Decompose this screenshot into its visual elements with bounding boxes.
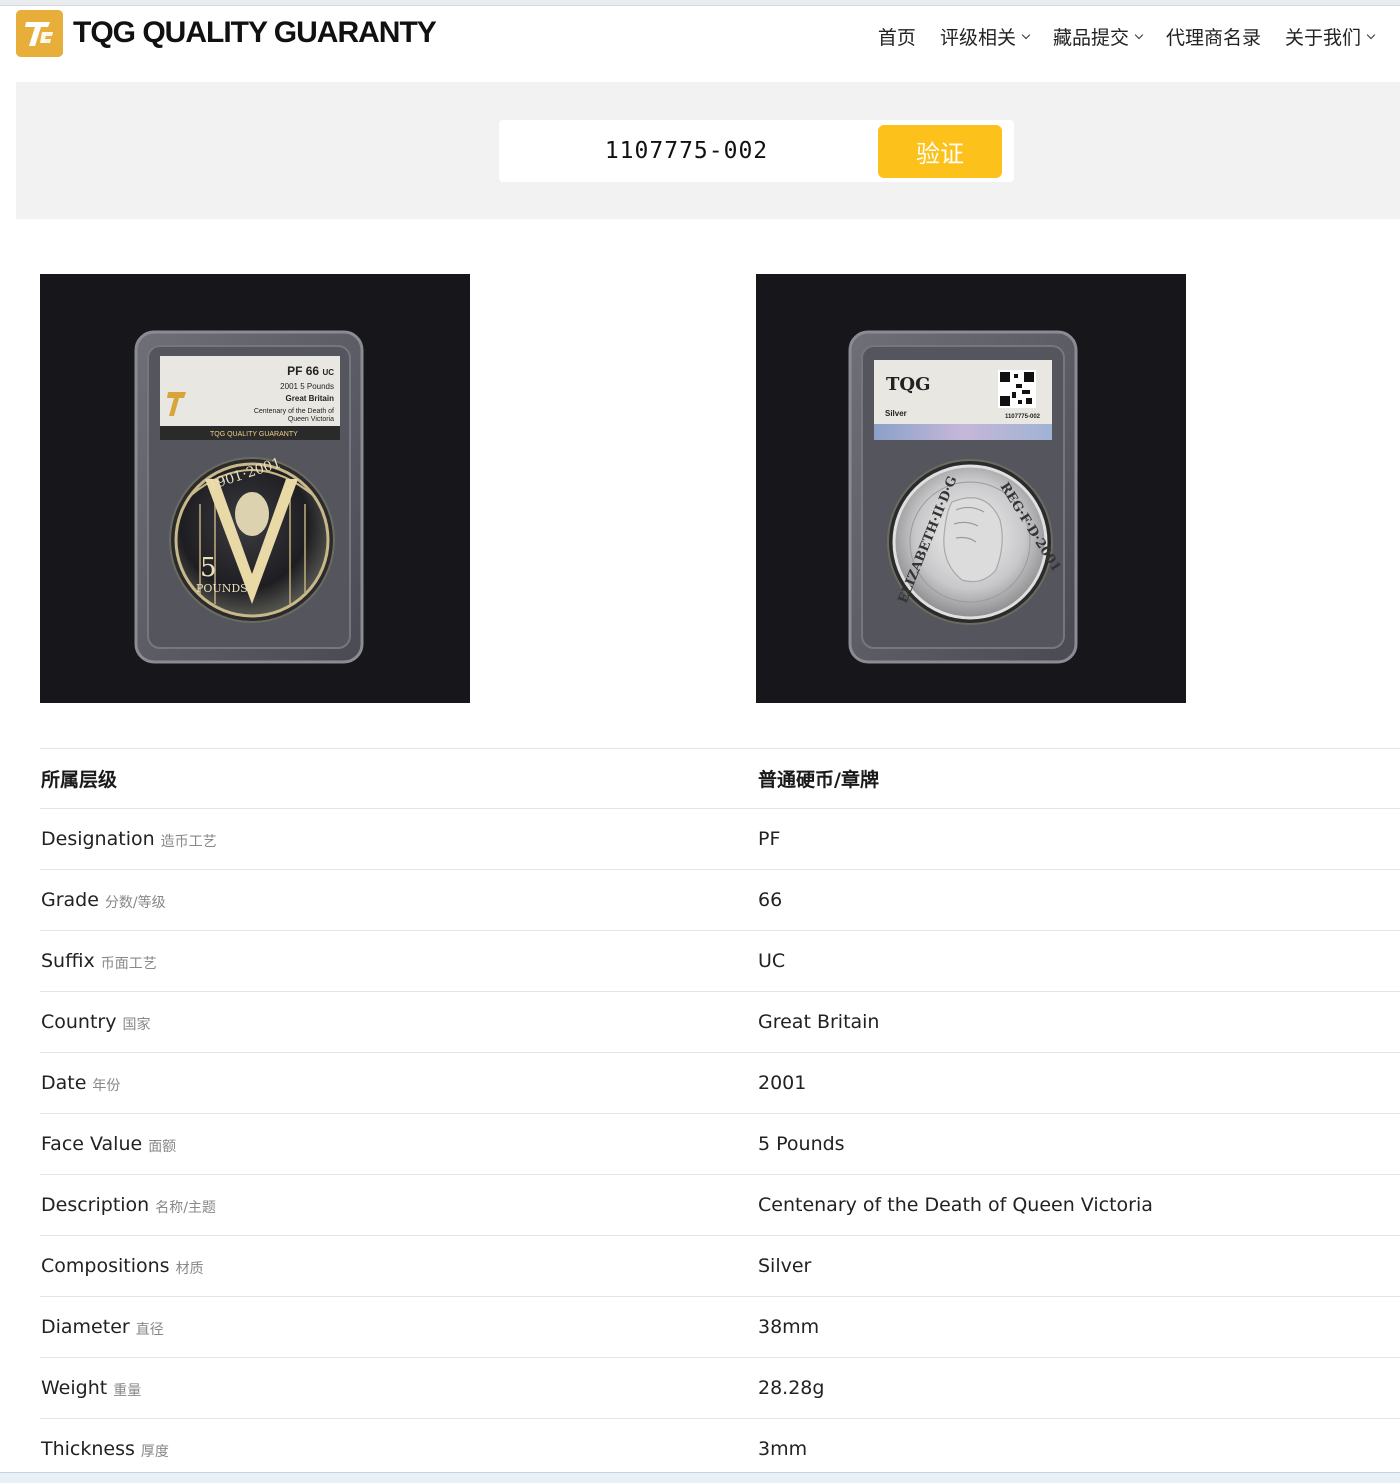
label-suffix: UC: [322, 368, 334, 377]
compositions-label: Compositions: [41, 1255, 170, 1277]
designation-label: Designation: [41, 828, 155, 850]
coin-value: 5: [200, 553, 217, 583]
back-label-material: Silver: [885, 409, 907, 418]
nav-home[interactable]: 首页: [878, 23, 916, 50]
row-label: Compositions 材质: [41, 1236, 204, 1296]
weight-label: Weight: [41, 1377, 108, 1399]
label-line2: Great Britain: [286, 394, 335, 403]
description-label-zh: 名称/主题: [155, 1199, 216, 1216]
diameter-label-zh: 直径: [135, 1321, 164, 1338]
thickness-value: 3mm: [758, 1438, 808, 1460]
category-label: 所属层级: [41, 769, 118, 791]
chevron-down-icon: [1134, 30, 1144, 39]
diameter-value: 38mm: [758, 1316, 820, 1338]
row-label: Weight 重量: [41, 1358, 141, 1418]
suffix-label: Suffix: [41, 950, 95, 972]
description-label: Description: [41, 1194, 150, 1216]
table-row: Description 名称/主题 Centenary of the Death …: [40, 1175, 1400, 1236]
site-header: TQG QUALITY GUARANTY 首页 评级相关 藏品提交 代理商名录 …: [0, 6, 1400, 82]
row-label: Face Value 面额: [41, 1114, 176, 1174]
compositions-value: Silver: [758, 1255, 812, 1277]
main-nav: 首页 评级相关 藏品提交 代理商名录 关于我们: [878, 23, 1376, 50]
table-row: Grade 分数/等级 66: [40, 870, 1400, 931]
grade-label: Grade: [41, 889, 99, 911]
row-label: Description 名称/主题: [41, 1175, 216, 1235]
nav-grading[interactable]: 评级相关: [939, 23, 1031, 50]
slab-back-photo[interactable]: TQG Silver 1107775-002 ELIZABETH·II·D·G …: [756, 274, 1186, 703]
nav-about-label: 关于我们: [1284, 27, 1361, 49]
nav-submit-label: 藏品提交: [1052, 27, 1129, 49]
weight-value: 28.28g: [758, 1377, 825, 1399]
label-grade: PF 66: [287, 364, 319, 378]
nav-about[interactable]: 关于我们: [1284, 23, 1376, 50]
search-band: 验证: [16, 82, 1400, 219]
label-line3: Centenary of the Death of: [254, 408, 334, 415]
country-label: Country: [41, 1011, 117, 1033]
designation-label-zh: 造币工艺: [160, 833, 217, 850]
row-label: Thickness 厚度: [41, 1419, 169, 1479]
date-label-zh: 年份: [92, 1077, 121, 1094]
nav-dealers-label: 代理商名录: [1165, 27, 1261, 49]
thickness-label-zh: 厚度: [140, 1443, 169, 1460]
row-label: Diameter 直径: [41, 1297, 164, 1357]
table-row: Face Value 面额 5 Pounds: [40, 1114, 1400, 1175]
date-label: Date: [41, 1072, 87, 1094]
qr-code-icon: [998, 370, 1036, 408]
row-label: Date 年份: [41, 1053, 120, 1113]
grade-value: 66: [758, 889, 783, 911]
chevron-down-icon: [1366, 30, 1376, 39]
table-row: Compositions 材质 Silver: [40, 1236, 1400, 1297]
logo-icon[interactable]: [16, 10, 63, 57]
details-table: 所属层级 普通硬币/章牌 Designation 造币工艺 PF Grade 分数/…: [40, 748, 1400, 1480]
face-value-label: Face Value: [41, 1133, 143, 1155]
browser-bottom-edge: [0, 1472, 1400, 1483]
description-value: Centenary of the Death of Queen Victoria: [758, 1194, 1153, 1216]
slab-front-photo[interactable]: TQG QUALITY GUARANTY PF 66 UC 2001 5 Pou…: [40, 274, 470, 703]
table-row: Weight 重量 28.28g: [40, 1358, 1400, 1419]
verify-button[interactable]: 验证: [878, 125, 1002, 178]
table-row: Diameter 直径 38mm: [40, 1297, 1400, 1358]
table-row: Suffix 币面工艺 UC: [40, 931, 1400, 992]
search-box: 验证: [499, 120, 1014, 182]
row-label: Designation 造币工艺: [41, 809, 217, 869]
chevron-down-icon: [1021, 30, 1031, 39]
row-label: Country 国家: [41, 992, 150, 1052]
country-label-zh: 国家: [122, 1016, 151, 1033]
table-row: Thickness 厚度 3mm: [40, 1419, 1400, 1480]
label-line1: 2001 5 Pounds: [280, 382, 334, 391]
face-value-label-zh: 面额: [148, 1138, 177, 1155]
cert-number-input[interactable]: [499, 120, 874, 182]
table-header-row: 所属层级 普通硬币/章牌: [40, 749, 1400, 809]
table-row: Country 国家 Great Britain: [40, 992, 1400, 1053]
weight-label-zh: 重量: [113, 1382, 142, 1399]
nav-dealers[interactable]: 代理商名录: [1166, 23, 1261, 50]
label-line4: Queen Victoria: [288, 416, 334, 423]
table-row: Date 年份 2001: [40, 1053, 1400, 1114]
face-value-value: 5 Pounds: [758, 1133, 845, 1155]
nav-grading-label: 评级相关: [939, 27, 1016, 49]
compositions-label-zh: 材质: [175, 1260, 204, 1277]
thickness-label: Thickness: [41, 1438, 135, 1460]
date-value: 2001: [758, 1072, 807, 1094]
suffix-label-zh: 币面工艺: [100, 955, 157, 972]
table-row: Designation 造币工艺 PF: [40, 809, 1400, 870]
row-label: Grade 分数/等级: [41, 870, 166, 930]
back-label-logo: TQG: [886, 374, 930, 395]
country-value: Great Britain: [758, 1011, 880, 1033]
suffix-value: UC: [758, 950, 786, 972]
diameter-label: Diameter: [41, 1316, 130, 1338]
coin-unit: POUNDS: [196, 582, 248, 595]
brand-name[interactable]: TQG QUALITY GUARANTY: [73, 16, 437, 50]
designation-value: PF: [758, 828, 781, 850]
back-label-cert: 1107775-002: [1005, 414, 1041, 420]
nav-home-label: 首页: [877, 27, 916, 49]
row-label: Suffix 币面工艺: [41, 931, 157, 991]
label-footer: TQG QUALITY GUARANTY: [210, 431, 298, 438]
grade-label-zh: 分数/等级: [104, 894, 166, 911]
category-value: 普通硬币/章牌: [758, 769, 879, 791]
nav-submit[interactable]: 藏品提交: [1052, 23, 1144, 50]
